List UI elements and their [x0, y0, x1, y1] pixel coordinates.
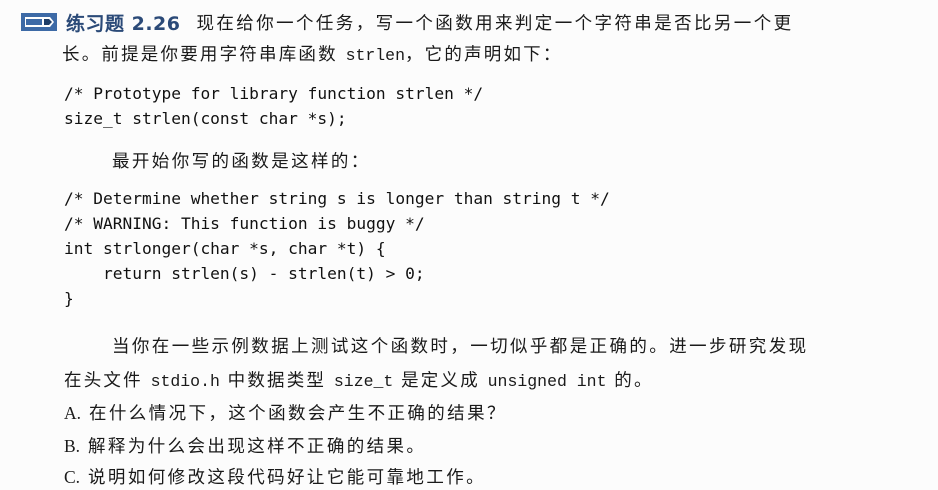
code-line: /* WARNING: This function is buggy */	[64, 214, 425, 233]
paragraph-text: 的。	[606, 371, 654, 391]
question-b: B. 解释为什么会出现这样不正确的结果。	[64, 433, 426, 458]
task-line-2-pre: 长。前提是你要用字符串库函数	[62, 45, 346, 65]
question-text: 解释为什么会出现这样不正确的结果。	[88, 437, 427, 457]
task-line-2: 长。前提是你要用字符串库函数 strlen，它的声明如下：	[62, 41, 563, 66]
task-line-2-post: ，它的声明如下：	[404, 45, 563, 65]
paragraph-text: 中数据类型	[219, 371, 334, 391]
stdio-header-inline: stdio.h	[150, 372, 220, 391]
code-line: /* Prototype for library function strlen…	[64, 84, 484, 103]
code-line: return strlen(s) - strlen(t) > 0;	[64, 264, 425, 283]
paragraph-text: 是定义成	[393, 371, 488, 391]
question-c: C. 说明如何修改这段代码好让它能可靠地工作。	[64, 464, 486, 489]
question-letter: B.	[64, 436, 81, 456]
code-line: int strlonger(char *s, char *t) {	[64, 239, 386, 258]
question-a: A. 在什么情况下，这个函数会产生不正确的结果？	[64, 400, 507, 425]
paragraph-line-2: 在头文件 stdio.h 中数据类型 size_t 是定义成 unsigned …	[64, 367, 654, 392]
task-line-1: 现在给你一个任务，写一个函数用来判定一个字符串是否比另一个更	[196, 13, 794, 34]
strlen-inline-code: strlen	[345, 46, 405, 65]
size-t-inline: size_t	[333, 372, 394, 391]
exercise-pencil-icon	[21, 13, 57, 31]
question-text: 说明如何修改这段代码好让它能可靠地工作。	[88, 468, 487, 488]
code-line: /* Determine whether string s is longer …	[64, 189, 610, 208]
question-letter: A.	[64, 403, 82, 423]
code-line: }	[64, 289, 74, 308]
paragraph-text: 在头文件	[64, 371, 151, 391]
question-letter: C.	[64, 467, 81, 487]
intro-text: 最开始你写的函数是这样的：	[112, 152, 371, 172]
exercise-label: 练习题 2.26	[66, 12, 181, 35]
paragraph-line-1: 当你在一些示例数据上测试这个函数时，一切似乎都是正确的。进一步研究发现	[112, 337, 809, 357]
unsigned-int-inline: unsigned int	[487, 372, 607, 391]
question-text: 在什么情况下，这个函数会产生不正确的结果？	[88, 404, 507, 424]
exercise-header: 练习题 2.26 现在给你一个任务，写一个函数用来判定一个字符串是否比另一个更	[20, 7, 794, 37]
textbook-page: 练习题 2.26 现在给你一个任务，写一个函数用来判定一个字符串是否比另一个更 …	[0, 0, 938, 490]
code-line: size_t strlen(const char *s);	[64, 109, 347, 128]
